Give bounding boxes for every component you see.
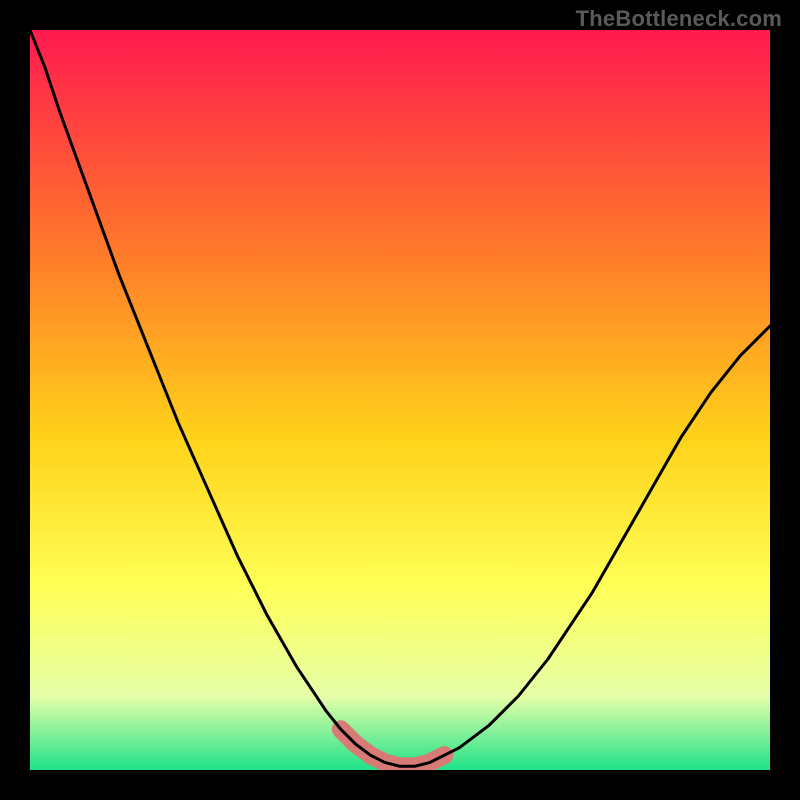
gradient-bg xyxy=(30,30,770,770)
watermark-text: TheBottleneck.com xyxy=(576,6,782,32)
chart-frame: TheBottleneck.com xyxy=(0,0,800,800)
chart-svg xyxy=(30,30,770,770)
plot-area xyxy=(30,30,770,770)
